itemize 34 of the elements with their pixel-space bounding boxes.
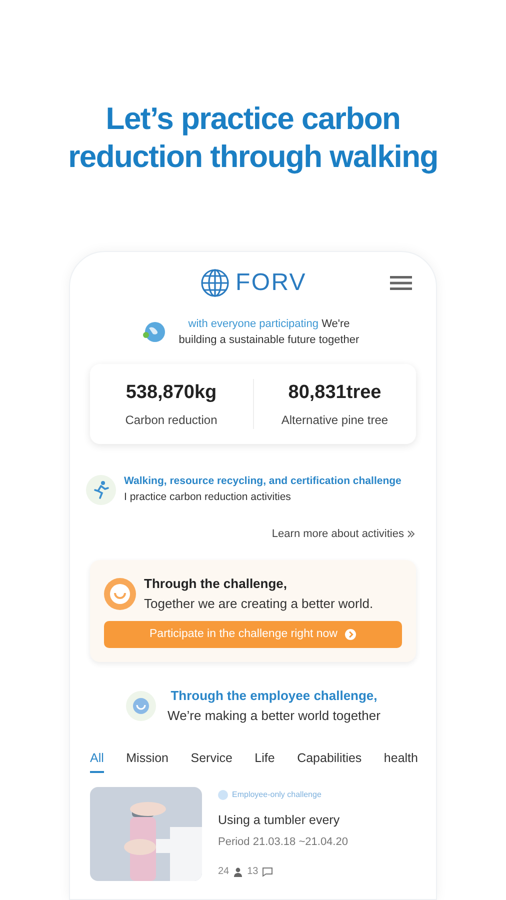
- menu-icon[interactable]: [390, 275, 412, 291]
- arrow-circle-icon: [345, 629, 356, 640]
- challenge-title: Through the challenge,: [144, 575, 288, 593]
- category-tab[interactable]: Capabilities: [297, 749, 362, 773]
- learn-more-link[interactable]: Learn more about activities: [272, 526, 416, 542]
- person-icon: [233, 866, 244, 876]
- stat-value: 80,831tree: [288, 380, 382, 405]
- employee-subtitle: We’re making a better world together: [168, 706, 380, 725]
- category-tab[interactable]: health: [384, 749, 418, 773]
- challenge-subtitle: Together we are creating a better world.: [144, 594, 374, 613]
- activity-title: Walking, resource recycling, and certification challenge: [124, 474, 402, 489]
- participant-count: 24: [218, 865, 230, 879]
- intro-text: with everyone participating We're building a sustainable future together: [178, 317, 360, 348]
- category-tab[interactable]: Service: [190, 749, 232, 773]
- earth-icon: [142, 320, 166, 344]
- stat-value: 538,870kg: [126, 380, 217, 405]
- category-tab[interactable]: Mission: [126, 749, 169, 773]
- runner-icon: [86, 474, 116, 505]
- headline: reduction through walking: [68, 138, 438, 176]
- stat-label: Alternative pine tree: [281, 412, 388, 430]
- globe-icon: [199, 267, 232, 299]
- category-tab[interactable]: All: [90, 749, 104, 773]
- headline: Let’s practice carbon: [106, 100, 400, 138]
- item-period: Period 21.03.18 ~21.04.20: [218, 834, 348, 850]
- category-tab[interactable]: Life: [254, 749, 275, 773]
- chevrons-icon: [406, 528, 416, 539]
- stat-label: Carbon reduction: [125, 412, 218, 430]
- logo: FORV: [235, 268, 307, 298]
- comment-count: 13: [247, 865, 258, 879]
- employee-title: Through the employee challenge,: [170, 687, 378, 705]
- comment-icon: [262, 866, 274, 876]
- challenge-type-label: Employee-only challenge: [232, 788, 322, 801]
- activity-subtitle: I practice carbon reduction activities: [124, 490, 292, 505]
- item-title: Using a tumbler every: [218, 812, 341, 829]
